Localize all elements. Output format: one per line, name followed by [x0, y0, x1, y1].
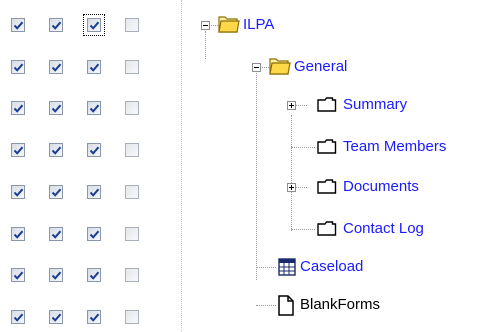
collapse-toggle[interactable] — [252, 63, 261, 72]
tree-node-contact-log[interactable]: Contact Log — [343, 220, 424, 238]
permission-checkbox[interactable] — [125, 185, 139, 199]
tree-node-ilpa[interactable]: ILPA — [243, 16, 274, 34]
permission-checkbox[interactable] — [87, 268, 101, 282]
tree-line — [295, 105, 307, 106]
permission-checkbox[interactable] — [125, 60, 139, 74]
expand-toggle[interactable] — [287, 101, 296, 110]
permission-checkbox[interactable] — [11, 268, 25, 282]
permission-checkbox[interactable] — [49, 18, 63, 32]
grid-report-icon — [278, 258, 296, 276]
permission-checkbox[interactable] — [49, 268, 63, 282]
expand-toggle[interactable] — [287, 183, 296, 192]
tree-line — [291, 147, 315, 148]
permission-checkbox[interactable] — [11, 18, 25, 32]
tree-node-documents[interactable]: Documents — [343, 178, 419, 196]
permission-checkbox[interactable] — [125, 268, 139, 282]
form-icon — [317, 139, 337, 154]
tree-line — [256, 64, 257, 280]
permission-checkbox[interactable] — [87, 60, 101, 74]
permission-checkbox[interactable] — [87, 310, 101, 324]
tree-node-summary[interactable]: Summary — [343, 96, 407, 114]
collapse-toggle[interactable] — [201, 21, 210, 30]
tree-line — [291, 115, 292, 231]
document-icon — [278, 295, 294, 316]
tree-line — [205, 31, 206, 59]
form-icon — [317, 97, 337, 112]
folder-tree: ILPA General Summary Team Members Docume… — [170, 0, 499, 332]
permission-checkbox[interactable] — [125, 227, 139, 241]
tree-node-blankforms[interactable]: BlankForms — [300, 296, 380, 314]
permission-checkbox[interactable] — [49, 185, 63, 199]
focus-indicator — [83, 14, 105, 36]
permission-checkbox[interactable] — [49, 227, 63, 241]
permission-checkbox[interactable] — [125, 101, 139, 115]
permission-checkbox[interactable] — [11, 60, 25, 74]
permission-checkbox[interactable] — [87, 227, 101, 241]
tree-line — [256, 305, 276, 306]
permission-checkbox[interactable] — [87, 185, 101, 199]
permission-checkbox[interactable] — [49, 310, 63, 324]
tree-line — [256, 267, 276, 268]
form-icon — [317, 179, 337, 194]
permission-checkbox[interactable] — [87, 143, 101, 157]
permission-checkbox[interactable] — [11, 310, 25, 324]
permission-checkbox[interactable] — [11, 227, 25, 241]
permission-checkbox[interactable] — [11, 101, 25, 115]
open-folder-icon — [218, 16, 240, 33]
tree-node-caseload[interactable]: Caseload — [300, 258, 363, 276]
tree-node-team-members[interactable]: Team Members — [343, 138, 446, 156]
tree-line — [295, 187, 307, 188]
form-icon — [317, 221, 337, 236]
permission-checkbox[interactable] — [87, 101, 101, 115]
permission-checkbox[interactable] — [125, 18, 139, 32]
permission-checkbox[interactable] — [125, 310, 139, 324]
tree-node-general[interactable]: General — [294, 58, 347, 76]
permission-checkbox[interactable] — [49, 101, 63, 115]
open-folder-icon — [269, 58, 291, 75]
permission-checkbox[interactable] — [125, 143, 139, 157]
permission-checkbox[interactable] — [11, 143, 25, 157]
tree-line — [291, 229, 315, 230]
permission-checkbox[interactable] — [49, 143, 63, 157]
permission-checkbox[interactable] — [11, 185, 25, 199]
permission-checkbox-grid — [0, 0, 170, 332]
permission-checkbox[interactable] — [49, 60, 63, 74]
